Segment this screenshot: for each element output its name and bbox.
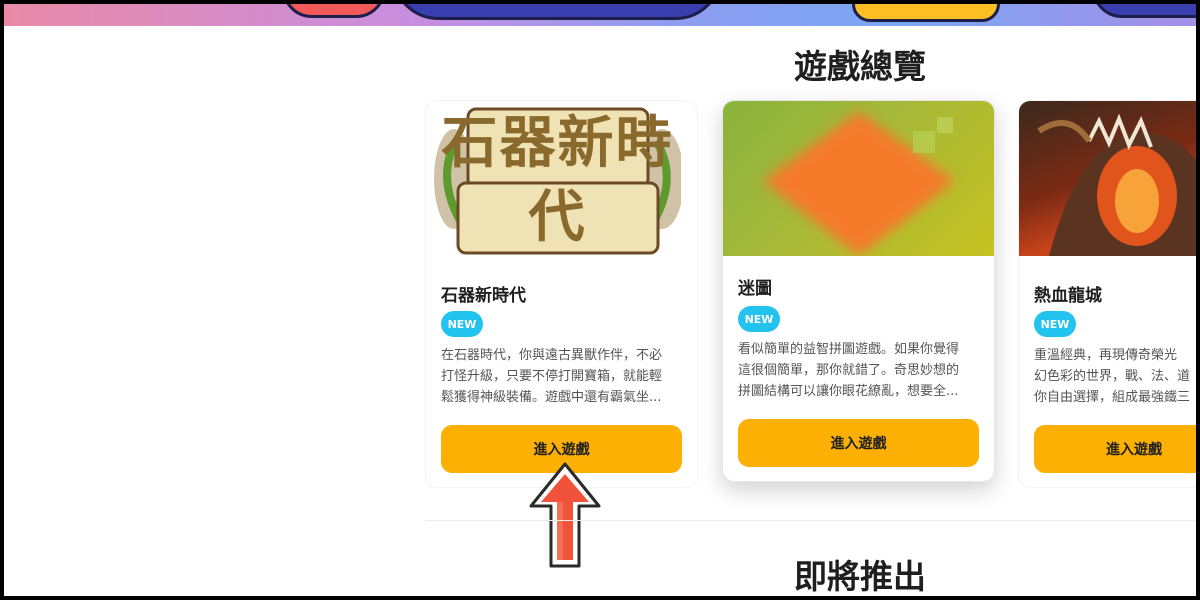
banner-decoration [852,0,1000,22]
description-line: 重溫經典，再現傳奇榮光 [1034,348,1178,363]
new-badge: NEW [738,306,780,332]
section-divider [425,520,1200,521]
section-title-coming-soon: 即將推出 [794,557,926,596]
top-banner [0,0,1200,26]
puzzle-art [763,111,955,256]
description-line: 看似簡單的益智拼圖遊戲。如果你覺得 [738,342,960,357]
game-title: 熱血龍城 [1034,286,1102,306]
up-arrow-icon [529,462,601,568]
description-line: 幻色彩的世界，戰、法、道 [1034,369,1191,384]
description-line: 打怪升級，只要不停打開寶箱，就能輕 [441,369,663,384]
game-description: 在石器時代，你與遠古異獸作伴，不必 打怪升級，只要不停打開寶箱，就能輕 鬆獲得神… [441,345,679,408]
game-card[interactable]: 熱血龍城 NEW 重溫經典，再現傳奇榮光 幻色彩的世界，戰、法、道 你自由選擇，… [1018,100,1200,488]
section-title-overview: 遊戲總覽 [794,47,926,86]
enter-game-button[interactable]: 進入遊戲 [1034,425,1200,473]
game-card[interactable]: 石器新時代 石器新時代 NEW 在石器時代，你與遠古異獸作伴，不必 打怪升級，只… [425,100,698,488]
new-badge: NEW [1034,311,1076,337]
game-title: 迷圖 [738,279,772,299]
description-line: 你自由選擇，組成最強鐵三 [1034,390,1191,405]
enter-game-button[interactable]: 進入遊戲 [738,419,979,467]
description-line: 鬆獲得神級裝備。遊戲中還有霸氣坐... [441,390,662,405]
game-card[interactable]: 迷圖 NEW 看似簡單的益智拼圖遊戲。如果你覺得 這很個簡單，那你就錯了。奇思妙… [722,100,995,482]
game-logo-text-top: 石器新時代 [441,111,674,250]
banner-decoration [392,0,722,20]
game-thumbnail[interactable] [723,101,994,256]
description-line: 拼圖結構可以讓你眼花繚亂，想要全... [738,384,959,399]
banner-decoration [1092,0,1200,18]
description-line: 在石器時代，你與遠古異獸作伴，不必 [441,348,663,363]
game-thumbnail[interactable]: 石器新時代 [434,101,681,256]
game-title: 石器新時代 [441,286,526,306]
game-description: 重溫經典，再現傳奇榮光 幻色彩的世界，戰、法、道 你自由選擇，組成最強鐵三 [1034,345,1200,408]
dragon-art [1037,113,1200,256]
banner-decoration [282,0,386,18]
game-description: 看似簡單的益智拼圖遊戲。如果你覺得 這很個簡單，那你就錯了。奇思妙想的 拼圖結構… [738,339,976,402]
description-line: 這很個簡單，那你就錯了。奇思妙想的 [738,363,960,378]
game-thumbnail[interactable] [1019,101,1200,256]
new-badge: NEW [441,311,483,337]
